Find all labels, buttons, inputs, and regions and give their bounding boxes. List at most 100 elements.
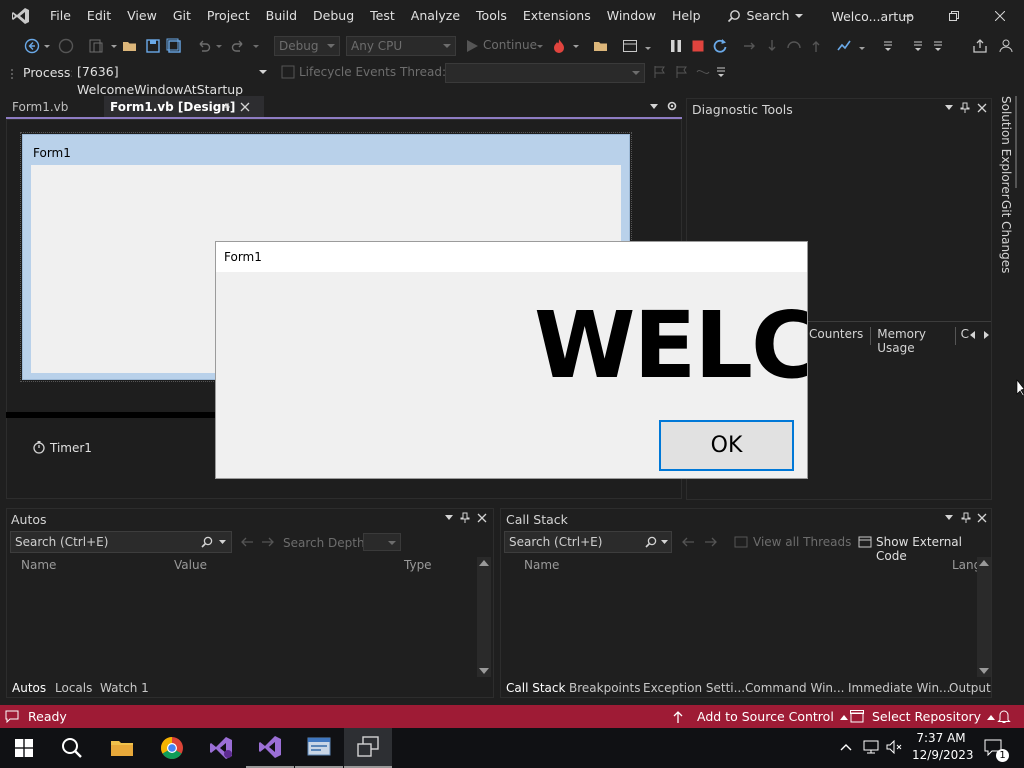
thread-select[interactable] xyxy=(445,63,645,83)
pin-panel-icon[interactable] xyxy=(960,102,970,114)
live-share-icon[interactable] xyxy=(972,38,988,54)
toolbar-overflow-icon[interactable] xyxy=(930,38,946,54)
chevron-down-icon[interactable] xyxy=(43,38,51,54)
search-button[interactable]: Search xyxy=(721,0,810,32)
menu-edit[interactable]: Edit xyxy=(79,0,119,32)
scroll-down-icon[interactable] xyxy=(979,668,989,674)
column-header-name[interactable]: Name xyxy=(21,558,56,572)
layout-icon[interactable] xyxy=(622,38,638,54)
process-select[interactable]: [7636] WelcomeWindowAtStartup xyxy=(72,62,272,97)
active-form-app-button[interactable] xyxy=(344,728,392,768)
tab-cpu-usage[interactable]: C xyxy=(956,327,969,345)
toolbar-overflow-icon[interactable] xyxy=(910,38,926,54)
menu-analyze[interactable]: Analyze xyxy=(403,0,468,32)
pin-panel-icon[interactable] xyxy=(961,512,971,524)
open-folder-icon[interactable] xyxy=(122,38,138,54)
scroll-down-icon[interactable] xyxy=(479,668,489,674)
restore-button[interactable] xyxy=(931,0,977,32)
pause-icon[interactable] xyxy=(668,38,684,54)
add-to-source-control-button[interactable]: Add to Source Control xyxy=(672,705,848,728)
close-panel-icon[interactable] xyxy=(977,103,987,113)
select-repository-button[interactable]: Select Repository xyxy=(850,705,996,728)
menu-debug[interactable]: Debug xyxy=(305,0,362,32)
ok-button[interactable]: OK xyxy=(659,420,794,471)
pin-tab-icon[interactable] xyxy=(222,102,232,112)
menu-extensions[interactable]: Extensions xyxy=(515,0,599,32)
stop-debugging-icon[interactable] xyxy=(690,38,706,54)
volume-muted-icon[interactable] xyxy=(886,740,904,754)
taskbar-search-button[interactable] xyxy=(48,728,96,768)
chevron-down-icon[interactable] xyxy=(858,38,866,54)
lifecycle-events-button[interactable]: Lifecycle Events xyxy=(299,65,396,79)
hot-reload-settings-icon[interactable] xyxy=(836,38,852,54)
tab-immediate-window[interactable]: Immediate Win... xyxy=(848,681,951,695)
panel-dropdown-icon[interactable] xyxy=(445,515,453,521)
chevron-down-icon[interactable] xyxy=(536,38,544,54)
column-header-value[interactable]: Value xyxy=(174,558,207,572)
autos-search-input[interactable]: Search (Ctrl+E) xyxy=(10,531,232,553)
chevron-down-icon[interactable] xyxy=(572,38,580,54)
save-all-icon[interactable] xyxy=(166,38,182,54)
close-tab-icon[interactable] xyxy=(240,102,250,112)
dialog-titlebar[interactable]: Form1 xyxy=(216,242,807,272)
menu-file[interactable]: File xyxy=(42,0,79,32)
call-stack-scrollbar[interactable] xyxy=(977,557,991,677)
tab-locals[interactable]: Locals xyxy=(55,681,92,695)
chevron-down-icon[interactable] xyxy=(644,38,652,54)
new-project-icon[interactable] xyxy=(88,38,104,54)
scroll-up-icon[interactable] xyxy=(979,560,989,566)
clock-date[interactable]: 12/9/2023 xyxy=(912,748,974,762)
folder-view-icon[interactable] xyxy=(593,38,609,54)
chevron-down-icon[interactable] xyxy=(110,38,118,54)
panel-dropdown-icon[interactable] xyxy=(945,515,953,521)
tab-watch-1[interactable]: Watch 1 xyxy=(100,681,149,695)
git-changes-tab[interactable]: Git Changes xyxy=(999,200,1013,273)
clock-time[interactable]: 7:37 AM xyxy=(916,731,966,745)
solution-platform-select[interactable]: Any CPU xyxy=(346,36,456,56)
tab-output[interactable]: Output xyxy=(949,681,991,695)
feedback-icon[interactable] xyxy=(998,38,1014,54)
chevron-down-icon[interactable] xyxy=(219,540,226,545)
show-hidden-icons-icon[interactable] xyxy=(840,743,852,751)
tab-exception-settings[interactable]: Exception Setti... xyxy=(643,681,745,695)
gear-icon[interactable] xyxy=(666,100,678,112)
running-app-button[interactable] xyxy=(295,728,343,768)
close-panel-icon[interactable] xyxy=(477,513,487,523)
chevron-down-icon[interactable] xyxy=(661,540,668,545)
pin-panel-icon[interactable] xyxy=(460,512,470,524)
close-panel-icon[interactable] xyxy=(977,513,987,523)
toolbar-overflow-icon[interactable] xyxy=(880,38,896,54)
tab-autos[interactable]: Autos xyxy=(12,681,46,695)
tab-dropdown-icon[interactable] xyxy=(650,104,658,110)
chevron-down-icon[interactable] xyxy=(215,38,223,54)
hot-reload-flame-icon[interactable] xyxy=(551,38,567,54)
toolbar-overflow-icon[interactable] xyxy=(714,65,728,79)
column-header-type[interactable]: Type xyxy=(404,558,432,572)
menu-tools[interactable]: Tools xyxy=(468,0,515,32)
tab-counters[interactable]: Counters xyxy=(809,327,872,345)
restart-icon[interactable] xyxy=(712,38,728,54)
back-navigation-icon[interactable] xyxy=(24,38,40,54)
panel-dropdown-icon[interactable] xyxy=(945,105,953,111)
search-depth-select[interactable] xyxy=(363,533,401,551)
save-icon[interactable] xyxy=(145,38,161,54)
chevron-down-icon[interactable] xyxy=(252,38,260,54)
running-form1-window[interactable]: Form1 WELCOME OK xyxy=(215,241,808,479)
solution-configuration-select[interactable]: Debug xyxy=(274,36,340,56)
visual-studio-button[interactable] xyxy=(246,728,294,768)
tab-call-stack[interactable]: Call Stack xyxy=(506,681,565,695)
solution-explorer-tab[interactable]: Solution Explorer xyxy=(999,96,1013,199)
undo-icon[interactable] xyxy=(196,38,212,54)
file-explorer-button[interactable] xyxy=(98,728,146,768)
menu-view[interactable]: View xyxy=(119,0,165,32)
tab-command-window[interactable]: Command Win... xyxy=(745,681,844,695)
visual-studio-installer-button[interactable] xyxy=(197,728,245,768)
tab-memory-usage[interactable]: Memory Usage xyxy=(871,327,956,355)
menu-git[interactable]: Git xyxy=(165,0,199,32)
view-all-threads-button[interactable]: View all Threads xyxy=(753,535,851,549)
start-button[interactable] xyxy=(0,728,48,768)
menu-test[interactable]: Test xyxy=(362,0,403,32)
redo-icon[interactable] xyxy=(230,38,246,54)
chrome-button[interactable] xyxy=(148,728,196,768)
scroll-right-icon[interactable] xyxy=(982,331,990,339)
